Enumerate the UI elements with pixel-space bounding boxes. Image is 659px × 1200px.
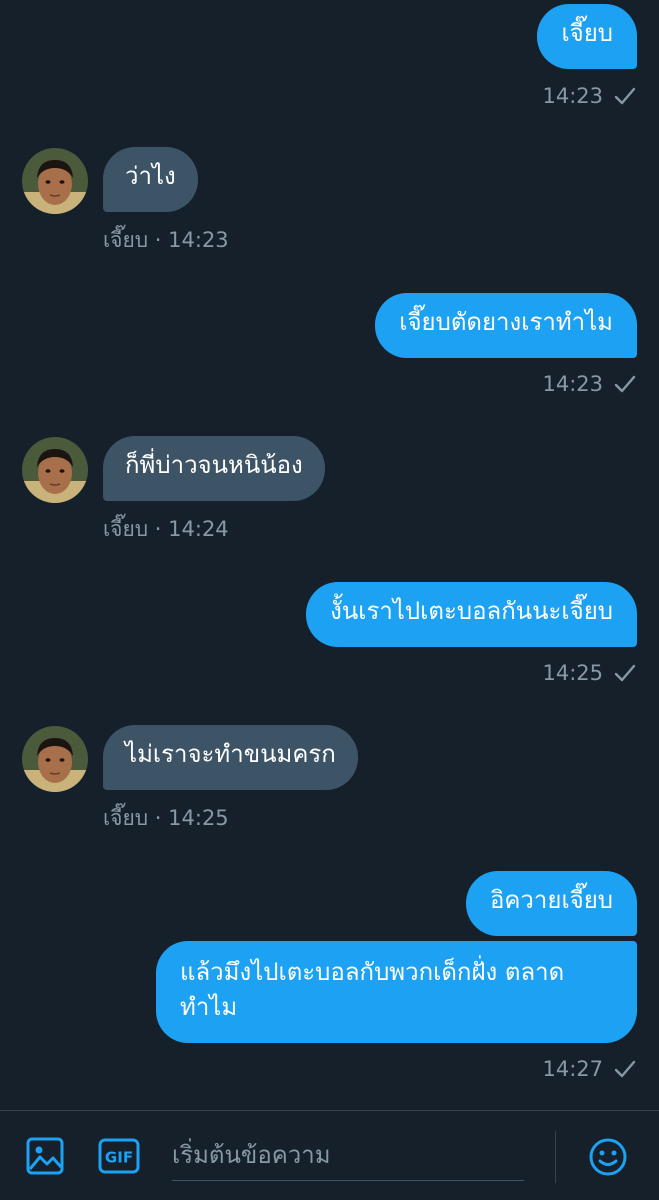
avatar[interactable]: [22, 437, 88, 503]
message-text: งั้นเราไปเตะบอลกันนะเจี๊ยบ: [330, 597, 613, 625]
message-bubble-outgoing[interactable]: เจี๊ยบ: [537, 4, 637, 69]
message-bubble-outgoing[interactable]: แล้วมึงไปเตะบอลกับพวกเด็กฝั่ง ตลาดทำไม: [156, 941, 637, 1043]
message-text: แล้วมึงไปเตะบอลกับพวกเด็กฝั่ง ตลาดทำไม: [180, 958, 565, 1021]
message-bubble-incoming[interactable]: ก็พี่บ่าวจนหนิน้อง: [103, 436, 325, 501]
avatar-image: [22, 148, 88, 214]
message-meta: 14:25: [542, 659, 637, 687]
avatar[interactable]: [22, 148, 88, 214]
message-time: 14:23: [542, 372, 603, 396]
gif-label: GIF: [105, 1149, 133, 1167]
message-text: อิควายเจี๊ยบ: [489, 886, 613, 914]
message-time: 14:23: [542, 84, 603, 108]
message-bubble-outgoing[interactable]: อิควายเจี๊ยบ: [465, 871, 637, 936]
message-text: ไม่เราจะทำขนมครก: [125, 740, 336, 768]
message-bubble-outgoing[interactable]: เจี๊ยบตัดยางเราทำไม: [375, 293, 637, 358]
message-meta: 14:23: [542, 82, 637, 110]
composer-divider: [555, 1131, 556, 1183]
message-meta: เจี๊ยบ · 14:23: [103, 228, 229, 252]
checkmark-icon: [614, 87, 636, 105]
checkmark-icon: [614, 1060, 636, 1078]
checkmark-icon: [614, 375, 636, 393]
message-composer: GIF: [0, 1110, 659, 1200]
message-text: เจี๊ยบตัดยางเราทำไม: [399, 308, 613, 336]
message-bubble-incoming[interactable]: ไม่เราจะทำขนมครก: [103, 725, 358, 790]
dm-conversation-screen: เจี๊ยบ 14:23 ว่าไง เจี๊ยบ · 14:23 เจี๊ยบ…: [0, 0, 659, 1200]
message-text: ว่าไง: [125, 162, 176, 190]
message-meta: 14:27: [542, 1055, 637, 1083]
message-input[interactable]: [172, 1129, 524, 1181]
avatar[interactable]: [22, 726, 88, 792]
smiley-icon[interactable]: [584, 1133, 632, 1181]
message-text: ก็พี่บ่าวจนหนิน้อง: [125, 451, 303, 479]
checkmark-icon: [614, 664, 636, 682]
message-bubble-outgoing[interactable]: งั้นเราไปเตะบอลกันนะเจี๊ยบ: [306, 582, 637, 647]
message-meta: 14:23: [542, 370, 637, 398]
message-list[interactable]: เจี๊ยบ 14:23 ว่าไง เจี๊ยบ · 14:23 เจี๊ยบ…: [0, 0, 659, 1110]
message-time: 14:25: [542, 661, 603, 685]
gif-button[interactable]: GIF: [96, 1135, 142, 1177]
avatar-image: [22, 437, 88, 503]
message-meta: เจี๊ยบ · 14:24: [103, 517, 229, 541]
message-text: เจี๊ยบ: [561, 19, 613, 47]
message-bubble-incoming[interactable]: ว่าไง: [103, 147, 198, 212]
image-icon[interactable]: [22, 1133, 68, 1179]
avatar-image: [22, 726, 88, 792]
message-time: 14:27: [542, 1057, 603, 1081]
message-meta: เจี๊ยบ · 14:25: [103, 806, 229, 830]
